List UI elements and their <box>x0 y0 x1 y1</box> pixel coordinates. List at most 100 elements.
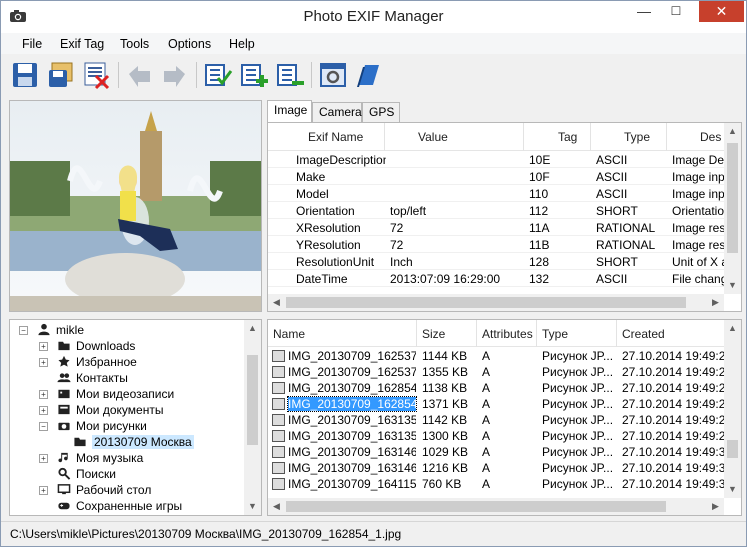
tab-gps[interactable]: GPS <box>362 102 400 122</box>
col-name[interactable]: Name <box>273 327 305 341</box>
save-icon[interactable] <box>10 60 40 90</box>
menu-file[interactable]: File <box>22 37 42 51</box>
col-value[interactable]: Value <box>418 130 448 144</box>
scroll-thumb[interactable] <box>247 355 258 445</box>
file-row[interactable]: IMG_20130709_163146... 1216 KB A Рисунок JP… <box>268 460 726 476</box>
col-created[interactable]: Created <box>622 327 665 341</box>
tree-item[interactable]: Сохраненные игры <box>39 498 230 514</box>
settings-icon[interactable] <box>318 60 348 90</box>
expand-icon[interactable]: + <box>39 406 48 415</box>
tab-camera[interactable]: Camera <box>312 102 362 122</box>
expand-icon[interactable]: + <box>39 390 48 399</box>
menu-options[interactable]: Options <box>168 37 211 51</box>
help-book-icon[interactable] <box>353 60 383 90</box>
exif-row[interactable]: Orientation top/left 112 SHORT Orientatio <box>268 202 728 219</box>
file-row[interactable]: IMG_20130709_162854... 1371 KB A Рисунок JP… <box>268 396 726 412</box>
col-type[interactable]: Type <box>542 327 568 341</box>
exif-row[interactable]: DateTime 2013:07:09 16:29:00 132 ASCII File … <box>268 270 728 287</box>
scroll-up-arrow[interactable]: ▲ <box>244 320 261 337</box>
exif-row[interactable]: XResolution 72 11A RATIONAL Image res <box>268 219 728 236</box>
scroll-right-arrow[interactable]: ▶ <box>707 294 724 311</box>
column-divider[interactable] <box>590 123 591 151</box>
tree-item[interactable]: + Мои видеозаписи <box>39 386 230 402</box>
menu-help[interactable]: Help <box>229 37 255 51</box>
exif-vertical-scrollbar[interactable]: ▲ ▼ <box>724 123 741 294</box>
undo-icon[interactable] <box>125 60 155 90</box>
collapse-icon[interactable]: − <box>19 326 28 335</box>
tree-item[interactable]: 20130709 Москва <box>55 434 230 450</box>
column-divider[interactable] <box>536 320 537 347</box>
tree-item[interactable]: − mikle <box>19 322 230 338</box>
save-all-icon[interactable] <box>46 60 76 90</box>
redo-icon[interactable] <box>159 60 189 90</box>
remove-tag-icon[interactable] <box>275 60 305 90</box>
menu-bar: File Exif Tag Tools Options Help <box>1 33 746 54</box>
exif-row[interactable]: ResolutionUnit Inch 128 SHORT Unit of X a <box>268 253 728 270</box>
col-tag[interactable]: Tag <box>558 130 577 144</box>
exif-row[interactable]: Make 10F ASCII Image inp <box>268 168 728 185</box>
exif-row[interactable]: YResolution 72 11B RATIONAL Image res <box>268 236 728 253</box>
scroll-thumb[interactable] <box>286 501 666 512</box>
tree-item[interactable]: − Мои рисунки <box>39 418 230 434</box>
tree-item[interactable]: Контакты <box>39 370 230 386</box>
scroll-left-arrow[interactable]: ◀ <box>268 294 285 311</box>
column-divider[interactable] <box>476 320 477 347</box>
tree-vertical-scrollbar[interactable]: ▲ ▼ <box>244 320 261 515</box>
col-description[interactable]: Des <box>700 130 721 144</box>
column-divider[interactable] <box>384 123 385 151</box>
file-row[interactable]: IMG_20130709_163135... 1300 KB A Рисунок JP… <box>268 428 726 444</box>
file-row[interactable]: IMG_20130709_162537... 1355 KB A Рисунок JP… <box>268 364 726 380</box>
add-tag-icon[interactable] <box>239 60 269 90</box>
col-size[interactable]: Size <box>422 327 445 341</box>
files-horizontal-scrollbar[interactable]: ◀ ▶ <box>268 498 724 515</box>
scroll-down-arrow[interactable]: ▼ <box>724 277 741 294</box>
expand-icon[interactable]: + <box>39 342 48 351</box>
column-divider[interactable] <box>666 123 667 151</box>
delete-exif-icon[interactable] <box>82 60 112 90</box>
col-exif-name[interactable]: Exif Name <box>308 130 363 144</box>
column-divider[interactable] <box>616 320 617 347</box>
scroll-down-arrow[interactable]: ▼ <box>244 498 261 515</box>
expand-icon[interactable]: + <box>39 358 48 367</box>
tab-image[interactable]: Image <box>267 100 312 122</box>
tree-item[interactable]: + Рабочий стол <box>39 482 230 498</box>
file-row[interactable]: IMG_20130709_163146 1029 KB A Рисунок JP...… <box>268 444 726 460</box>
files-vertical-scrollbar[interactable]: ▲ ▼ <box>724 320 741 498</box>
scroll-down-arrow[interactable]: ▼ <box>724 481 741 498</box>
minimize-button[interactable]: — <box>630 1 658 22</box>
exif-horizontal-scrollbar[interactable]: ◀ ▶ <box>268 294 724 311</box>
collapse-icon[interactable]: − <box>39 422 48 431</box>
file-row[interactable]: IMG_20130709_163135 1142 KB A Рисунок JP...… <box>268 412 726 428</box>
tree-item[interactable]: + Моя музыка <box>39 450 230 466</box>
maximize-button[interactable]: ☐ <box>662 1 690 22</box>
tree-item[interactable]: Поиски <box>39 466 230 482</box>
tree-item[interactable]: + Downloads <box>39 338 230 354</box>
scroll-up-arrow[interactable]: ▲ <box>724 123 741 140</box>
scroll-left-arrow[interactable]: ◀ <box>268 498 285 515</box>
menu-tools[interactable]: Tools <box>120 37 149 51</box>
column-divider[interactable] <box>416 320 417 347</box>
col-type[interactable]: Type <box>624 130 650 144</box>
exif-row[interactable]: ImageDescription 10E ASCII Image De <box>268 151 728 168</box>
scroll-right-arrow[interactable]: ▶ <box>707 498 724 515</box>
scroll-up-arrow[interactable]: ▲ <box>724 320 741 337</box>
exif-row[interactable]: Model 110 ASCII Image inp <box>268 185 728 202</box>
expand-icon[interactable]: + <box>39 486 48 495</box>
column-divider[interactable] <box>523 123 524 151</box>
tree-item[interactable]: + Мои документы <box>39 402 230 418</box>
file-row[interactable]: IMG_20130709_162854 1138 KB A Рисунок JP...… <box>268 380 726 396</box>
scroll-thumb[interactable] <box>727 440 738 458</box>
exif-cell: top/left <box>390 204 427 218</box>
edit-tag-icon[interactable] <box>203 60 233 90</box>
tree-item[interactable]: + Избранное <box>39 354 230 370</box>
expand-icon[interactable]: + <box>39 454 48 463</box>
file-row[interactable]: IMG_20130709_164115 760 KB A Рисунок JP... 2… <box>268 476 726 492</box>
close-button[interactable]: ✕ <box>699 1 744 22</box>
file-cell: 27.10.2014 19:49:30 <box>622 461 724 475</box>
title-bar[interactable]: Photo EXIF Manager — ☐ ✕ <box>1 1 746 33</box>
scroll-thumb[interactable] <box>727 143 738 253</box>
file-row[interactable]: IMG_20130709_162537 1144 KB A Рисунок JP...… <box>268 348 726 364</box>
scroll-thumb[interactable] <box>286 297 686 308</box>
menu-exif-tag[interactable]: Exif Tag <box>60 37 104 51</box>
col-attributes[interactable]: Attributes <box>482 327 533 341</box>
